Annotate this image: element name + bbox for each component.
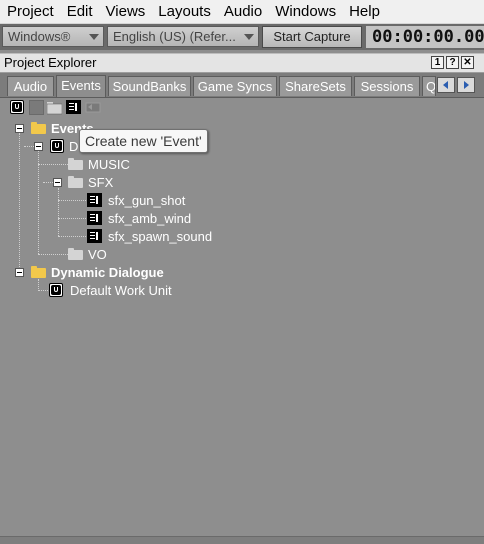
event-icon (87, 193, 102, 207)
new-dialogue-event-button-disabled[interactable] (85, 100, 101, 115)
tab-bar: Audio Events SoundBanks Game Syncs Share… (0, 73, 484, 98)
tab-events[interactable]: Events (56, 75, 106, 97)
language-dropdown[interactable]: English (US) (Refer... (107, 26, 259, 47)
tree-line (38, 254, 68, 255)
collapse-toggle[interactable] (15, 268, 24, 277)
tree-item-sfx[interactable]: SFX (52, 174, 132, 191)
tree-line (38, 290, 48, 291)
tab-game-syncs[interactable]: Game Syncs (193, 76, 277, 96)
tree-label: MUSIC (88, 157, 130, 172)
tree-line (58, 200, 86, 201)
tab-sessions[interactable]: Sessions (354, 76, 420, 96)
menu-project[interactable]: Project (0, 0, 60, 23)
new-event-button[interactable] (66, 100, 81, 115)
tree-item-vo[interactable]: VO (68, 246, 128, 263)
tree-label: Dynamic Dialogue (51, 265, 164, 280)
help-button[interactable]: ? (446, 56, 459, 69)
folder-icon (46, 102, 63, 115)
work-unit-icon (50, 139, 64, 153)
work-unit-icon (49, 283, 63, 297)
main-toolbar: Windows® English (US) (Refer... Start Ca… (0, 24, 484, 50)
tree-label: sfx_amb_wind (108, 211, 192, 226)
tree-item-default-work-unit[interactable]: D (33, 138, 78, 155)
menu-edit[interactable]: Edit (60, 0, 99, 23)
event-icon (66, 100, 81, 114)
tab-audio[interactable]: Audio (7, 76, 54, 96)
tree-line (58, 188, 59, 236)
new-work-unit-button[interactable] (10, 100, 25, 115)
tree-label: sfx_spawn_sound (108, 229, 213, 244)
chevron-down-icon (244, 34, 254, 40)
menu-layouts[interactable]: Layouts (151, 0, 217, 23)
tree-line (58, 236, 86, 237)
tree-item-dialogue-work-unit[interactable]: Default Work Unit (49, 282, 179, 299)
menu-audio[interactable]: Audio (217, 0, 268, 23)
tree-item-event[interactable]: sfx_amb_wind (87, 210, 227, 227)
tab-queries[interactable]: Q (422, 76, 436, 96)
tree-item-event[interactable]: sfx_spawn_sound (87, 228, 227, 245)
project-explorer-titlebar: Project Explorer 1 ? ✕ (0, 53, 484, 73)
arrow-left-icon (443, 81, 448, 89)
tree-item-event[interactable]: sfx_gun_shot (87, 192, 227, 209)
menu-windows[interactable]: Windows (268, 0, 342, 23)
chevron-down-icon (89, 34, 99, 40)
tab-scroll-left-button[interactable] (437, 77, 455, 93)
tooltip: Create new 'Event' (79, 129, 208, 153)
tab-soundbanks[interactable]: SoundBanks (108, 76, 191, 96)
panel-title: Project Explorer (4, 55, 97, 70)
folder-icon (31, 266, 46, 278)
tree-label: VO (88, 247, 107, 262)
tree-line (38, 164, 68, 165)
tree-label: SFX (88, 175, 114, 190)
close-button[interactable]: ✕ (461, 56, 474, 69)
collapse-toggle[interactable] (15, 124, 24, 133)
pin-button[interactable]: 1 (431, 56, 444, 69)
tree-label: Default Work Unit (70, 283, 172, 298)
tree-label: sfx_gun_shot (108, 193, 186, 208)
platform-value: Windows® (8, 29, 71, 44)
menu-bar: Project Edit Views Layouts Audio Windows… (0, 0, 484, 24)
new-virtual-folder-button-disabled[interactable] (29, 100, 44, 115)
event-icon (87, 211, 102, 225)
folder-icon (68, 176, 83, 188)
tree-item-dynamic-dialogue[interactable]: Dynamic Dialogue (14, 264, 174, 281)
menu-help[interactable]: Help (342, 0, 386, 23)
tree-line (58, 218, 86, 219)
folder-icon (68, 248, 83, 260)
folder-icon (68, 158, 83, 170)
new-folder-button[interactable] (46, 100, 63, 115)
work-unit-icon (10, 100, 24, 114)
event-icon (87, 229, 102, 243)
collapse-toggle[interactable] (53, 178, 62, 187)
folder-icon (31, 122, 46, 134)
start-capture-button[interactable]: Start Capture (262, 26, 362, 48)
language-value: English (US) (Refer... (113, 29, 236, 44)
tree-item-music[interactable]: MUSIC (68, 156, 148, 173)
tree-line (19, 133, 20, 273)
collapse-toggle[interactable] (34, 142, 43, 151)
platform-dropdown[interactable]: Windows® (2, 26, 104, 47)
tab-sharesets[interactable]: ShareSets (279, 76, 352, 96)
timecode-display: 00:00:00.000 (366, 26, 484, 48)
dialogue-event-icon (85, 102, 101, 113)
tree-line (38, 151, 39, 254)
arrow-right-icon (464, 81, 469, 89)
tab-scroll-right-button[interactable] (457, 77, 475, 93)
tree-label: D (69, 139, 79, 154)
menu-views[interactable]: Views (99, 0, 152, 23)
